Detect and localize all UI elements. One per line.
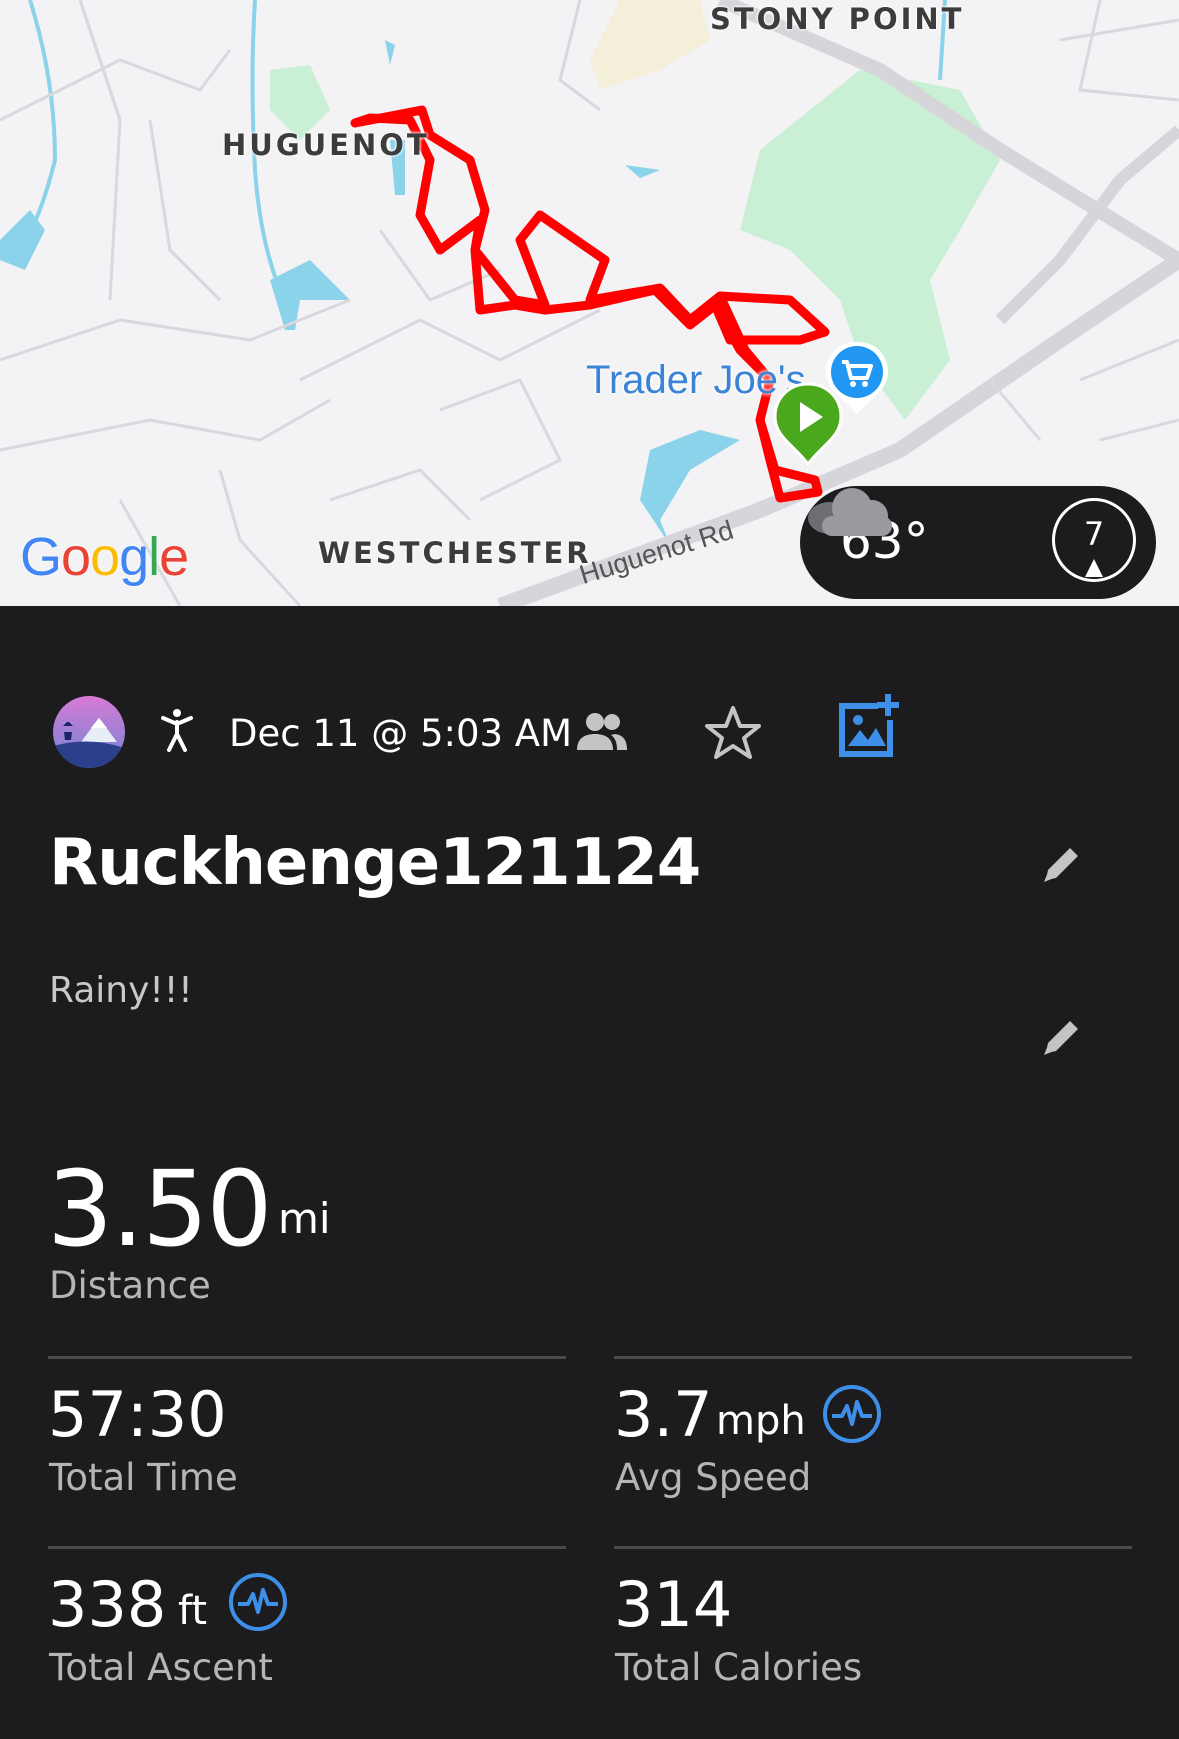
total-ascent-unit: ft [178,1588,208,1634]
activity-map[interactable]: STONY POINT HUGUENOT WESTCHESTER Hugueno… [0,0,1179,606]
divider [48,1356,566,1359]
wind-indicator: 7 [1052,498,1136,582]
star-icon[interactable] [703,704,763,762]
distance-value: 3.50 [47,1148,273,1270]
avg-speed-unit: mph [716,1398,806,1444]
avg-speed-pulse-icon[interactable] [822,1384,882,1444]
divider [614,1356,1132,1359]
add-photo-icon[interactable] [836,694,900,758]
total-time-value: 57:30 [48,1378,227,1451]
activity-header: Dec 11 @ 5:03 AM [0,694,1179,770]
activity-description: Rainy!!! [49,970,193,1011]
people-icon[interactable] [575,710,629,752]
avatar[interactable] [53,696,125,768]
map-label-stony-point: STONY POINT [710,2,965,36]
divider [48,1546,566,1549]
google-logo: Google [20,527,189,587]
total-calories-value: 314 [614,1568,733,1641]
avg-speed-value: 3.7 [614,1378,713,1451]
avg-speed-label: Avg Speed [615,1456,812,1499]
divider [614,1546,1132,1549]
total-time-label: Total Time [49,1456,238,1499]
distance-unit: mi [278,1194,331,1243]
total-ascent-pulse-icon[interactable] [228,1572,288,1632]
edit-description-icon[interactable] [1040,1015,1084,1059]
wind-direction-icon [1085,559,1103,577]
wind-speed: 7 [1083,515,1105,553]
distance-label: Distance [49,1264,211,1307]
cloud-icon [808,488,892,536]
map-label-huguenot: HUGUENOT [222,128,430,162]
activity-title: Ruckhenge121124 [49,826,701,900]
total-ascent-value: 338 [48,1568,167,1641]
map-label-westchester: WESTCHESTER [318,536,592,570]
total-calories-label: Total Calories [615,1646,863,1689]
activity-date: Dec 11 @ 5:03 AM [229,712,573,755]
weather-widget[interactable]: 63° 7 [800,486,1156,599]
total-ascent-label: Total Ascent [49,1646,273,1689]
hiking-person-icon [161,709,193,752]
start-marker-icon[interactable] [773,382,843,466]
edit-title-icon[interactable] [1040,842,1084,886]
